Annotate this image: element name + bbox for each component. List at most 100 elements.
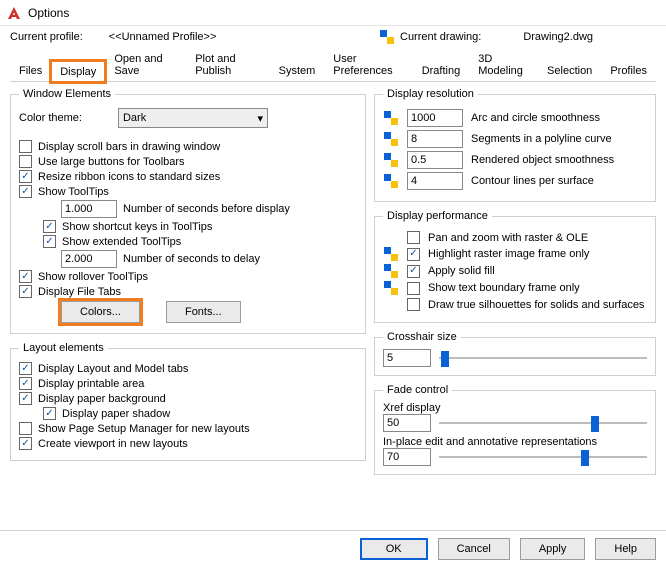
chk-text-boundary[interactable] bbox=[407, 282, 420, 295]
lbl-shortcut-keys: Show shortcut keys in ToolTips bbox=[62, 221, 212, 233]
lbl-scroll-bars: Display scroll bars in drawing window bbox=[38, 141, 220, 153]
display-performance-legend: Display performance bbox=[383, 210, 492, 222]
rendered-smoothness-input[interactable] bbox=[407, 151, 463, 169]
xref-fade-slider[interactable] bbox=[439, 414, 647, 432]
chevron-down-icon: ▾ bbox=[257, 112, 263, 125]
chk-create-viewport[interactable] bbox=[19, 437, 32, 450]
tab-files[interactable]: Files bbox=[10, 60, 51, 81]
lbl-printable-area: Display printable area bbox=[38, 378, 144, 390]
contour-lines-input[interactable] bbox=[407, 172, 463, 190]
lbl-show-tooltips: Show ToolTips bbox=[38, 186, 109, 198]
inplace-fade-input[interactable] bbox=[383, 448, 431, 466]
chk-file-tabs[interactable] bbox=[19, 285, 32, 298]
lbl-file-tabs: Display File Tabs bbox=[38, 286, 121, 298]
chk-solid-fill[interactable] bbox=[407, 265, 420, 278]
help-button[interactable]: Help bbox=[595, 538, 656, 560]
lbl-extended-seconds: Number of seconds to delay bbox=[123, 253, 260, 265]
polyline-segments-input[interactable] bbox=[407, 130, 463, 148]
display-performance-group: Display performance Pan and zoom with ra… bbox=[374, 210, 656, 323]
window-elements-group: Window Elements Color theme: Dark ▾ Disp… bbox=[10, 88, 366, 334]
lbl-rollover-tooltips: Show rollover ToolTips bbox=[38, 271, 148, 283]
sysvar-icon bbox=[383, 153, 399, 167]
sysvar-icon bbox=[383, 247, 399, 261]
sysvar-icon bbox=[383, 264, 399, 278]
crosshair-size-legend: Crosshair size bbox=[383, 331, 461, 343]
crosshair-size-input[interactable] bbox=[383, 349, 431, 367]
lbl-contour-lines: Contour lines per surface bbox=[471, 175, 594, 187]
tab-3d-modeling[interactable]: 3D Modeling bbox=[469, 48, 538, 81]
tab-open-and-save[interactable]: Open and Save bbox=[105, 48, 186, 81]
lbl-inplace-edit: In-place edit and annotative representat… bbox=[383, 436, 647, 448]
chk-rollover-tooltips[interactable] bbox=[19, 270, 32, 283]
lbl-true-silhouettes: Draw true silhouettes for solids and sur… bbox=[428, 299, 644, 311]
autocad-icon bbox=[6, 5, 22, 21]
lbl-large-buttons: Use large buttons for Toolbars bbox=[38, 156, 185, 168]
sysvar-icon bbox=[383, 174, 399, 188]
lbl-layout-model-tabs: Display Layout and Model tabs bbox=[38, 363, 188, 375]
color-theme-select[interactable]: Dark ▾ bbox=[118, 108, 268, 128]
current-drawing-value: Drawing2.dwg bbox=[523, 31, 593, 43]
xref-fade-input[interactable] bbox=[383, 414, 431, 432]
chk-scroll-bars[interactable] bbox=[19, 140, 32, 153]
tooltip-seconds-input[interactable] bbox=[61, 200, 117, 218]
chk-show-tooltips[interactable] bbox=[19, 185, 32, 198]
lbl-pan-zoom-raster: Pan and zoom with raster & OLE bbox=[428, 232, 588, 244]
chk-pan-zoom-raster[interactable] bbox=[407, 231, 420, 244]
tab-user-preferences[interactable]: User Preferences bbox=[324, 48, 412, 81]
extended-seconds-input[interactable] bbox=[61, 250, 117, 268]
crosshair-size-slider[interactable] bbox=[439, 349, 647, 367]
inplace-fade-slider[interactable] bbox=[439, 448, 647, 466]
sysvar-icon bbox=[383, 281, 399, 295]
lbl-highlight-raster: Highlight raster image frame only bbox=[428, 248, 589, 260]
color-theme-value: Dark bbox=[123, 112, 146, 124]
tab-display[interactable]: Display bbox=[51, 61, 105, 82]
lbl-paper-shadow: Display paper shadow bbox=[62, 408, 170, 420]
crosshair-size-group: Crosshair size bbox=[374, 331, 656, 376]
tab-selection[interactable]: Selection bbox=[538, 60, 601, 81]
window-elements-legend: Window Elements bbox=[19, 88, 115, 100]
tab-drafting[interactable]: Drafting bbox=[413, 60, 470, 81]
sysvar-icon bbox=[383, 132, 399, 146]
chk-page-setup-mgr[interactable] bbox=[19, 422, 32, 435]
tab-profiles[interactable]: Profiles bbox=[601, 60, 656, 81]
tab-system[interactable]: System bbox=[270, 60, 325, 81]
lbl-text-boundary: Show text boundary frame only bbox=[428, 282, 580, 294]
chk-extended-tooltips[interactable] bbox=[43, 235, 56, 248]
chk-printable-area[interactable] bbox=[19, 377, 32, 390]
chk-highlight-raster[interactable] bbox=[407, 248, 420, 261]
colors-button[interactable]: Colors... bbox=[61, 301, 140, 323]
chk-resize-ribbon[interactable] bbox=[19, 170, 32, 183]
display-resolution-group: Display resolution Arc and circle smooth… bbox=[374, 88, 656, 202]
lbl-polyline-segments: Segments in a polyline curve bbox=[471, 133, 612, 145]
chk-true-silhouettes[interactable] bbox=[407, 298, 420, 311]
current-drawing-label: Current drawing: bbox=[400, 31, 481, 43]
layout-elements-legend: Layout elements bbox=[19, 342, 108, 354]
titlebar: Options bbox=[0, 0, 666, 26]
lbl-page-setup-mgr: Show Page Setup Manager for new layouts bbox=[38, 423, 250, 435]
chk-layout-model-tabs[interactable] bbox=[19, 362, 32, 375]
cancel-button[interactable]: Cancel bbox=[438, 538, 510, 560]
lbl-xref-display: Xref display bbox=[383, 402, 647, 414]
chk-paper-background[interactable] bbox=[19, 392, 32, 405]
tabstrip: Files Display Open and Save Plot and Pub… bbox=[0, 48, 666, 81]
chk-paper-shadow[interactable] bbox=[43, 407, 56, 420]
window-title: Options bbox=[28, 6, 69, 20]
ok-button[interactable]: OK bbox=[360, 538, 428, 560]
tab-plot-and-publish[interactable]: Plot and Publish bbox=[186, 48, 269, 81]
arc-smoothness-input[interactable] bbox=[407, 109, 463, 127]
current-profile-label: Current profile: bbox=[10, 31, 83, 43]
display-resolution-legend: Display resolution bbox=[383, 88, 478, 100]
dwg-icon bbox=[380, 30, 394, 44]
dialog-button-bar: OK Cancel Apply Help bbox=[0, 530, 666, 566]
lbl-resize-ribbon: Resize ribbon icons to standard sizes bbox=[38, 171, 220, 183]
lbl-create-viewport: Create viewport in new layouts bbox=[38, 438, 188, 450]
fade-control-group: Fade control Xref display In-place edit … bbox=[374, 384, 656, 475]
chk-shortcut-keys[interactable] bbox=[43, 220, 56, 233]
chk-large-buttons[interactable] bbox=[19, 155, 32, 168]
lbl-rendered-smoothness: Rendered object smoothness bbox=[471, 154, 614, 166]
apply-button[interactable]: Apply bbox=[520, 538, 586, 560]
sysvar-icon bbox=[383, 111, 399, 125]
profile-row: Current profile: <<Unnamed Profile>> Cur… bbox=[0, 26, 666, 46]
lbl-arc-smoothness: Arc and circle smoothness bbox=[471, 112, 600, 124]
fonts-button[interactable]: Fonts... bbox=[166, 301, 241, 323]
